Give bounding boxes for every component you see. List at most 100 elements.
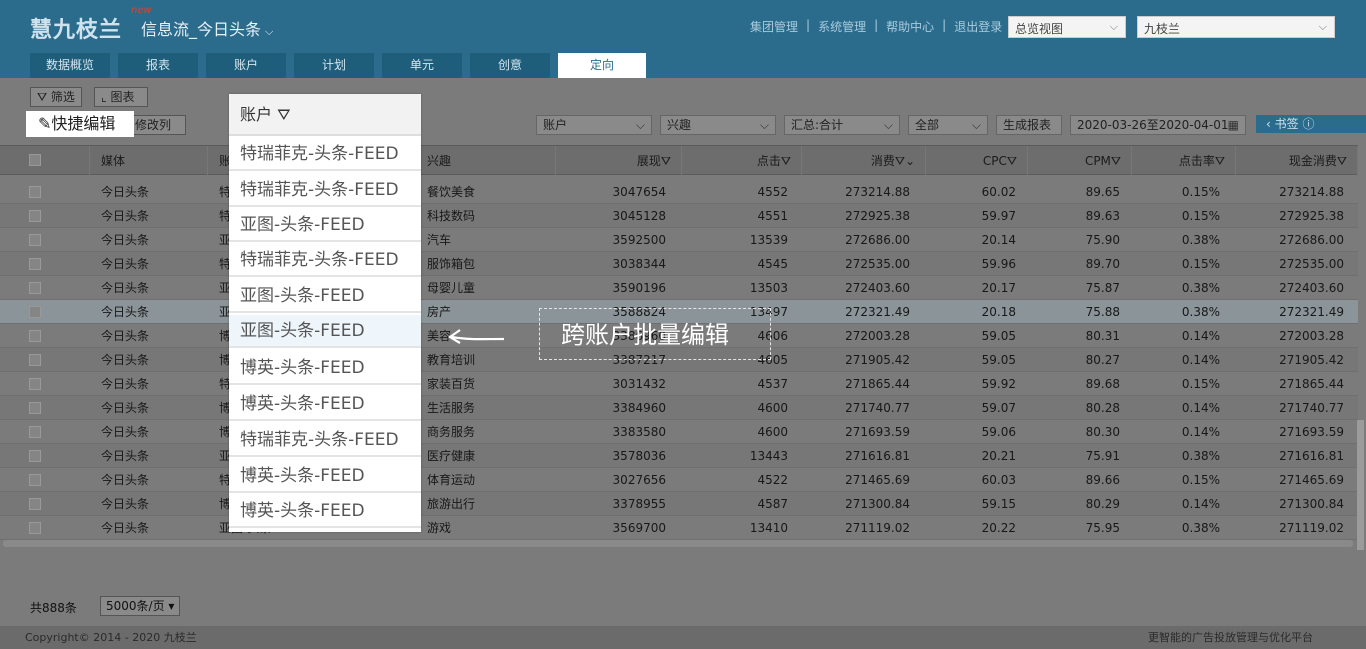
cell-interest: 科技数码 [427, 209, 476, 223]
row-checkbox[interactable] [29, 258, 41, 270]
account-panel-header[interactable]: 账户 ⛛ [229, 94, 421, 136]
cell-cash-cost: 271693.59 [1279, 425, 1344, 439]
cell-impressions: 3590196 [612, 281, 666, 295]
table-row[interactable]: 今日头条博英-头条-FEED商务服务33835804600271693.5959… [0, 420, 1358, 444]
table-row[interactable]: 今日头条博英-头条-FEED旅游出行33789554587271300.8459… [0, 492, 1358, 516]
row-checkbox[interactable] [29, 522, 41, 534]
filter-icon: ⛛ [780, 154, 791, 168]
top-header: 慧九枝兰 new 信息流_今日头条 ⌵ 集团管理 | 系统管理 | 帮助中心 | 退出登… [0, 0, 1366, 78]
cell-media: 今日头条 [101, 257, 150, 271]
account-option[interactable]: 特瑞菲克-头条-FEED [229, 138, 421, 171]
account-option[interactable]: 博英-头条-FEED [229, 495, 421, 528]
table-row[interactable]: 今日头条博英-头条-FEED生活服务33849604600271740.7759… [0, 396, 1358, 420]
row-checkbox[interactable] [29, 210, 41, 222]
link-logout[interactable]: 退出登录 [954, 18, 1002, 35]
col-cash-cost-label: 现金消费 [1288, 154, 1337, 168]
modify-columns-button[interactable]: 修改列 [128, 115, 186, 135]
summary-select[interactable]: 汇总:合计 ⌵ [784, 115, 900, 135]
link-help-center[interactable]: 帮助中心 [886, 18, 934, 35]
row-checkbox[interactable] [29, 282, 41, 294]
tab-plan[interactable]: 计划 [294, 53, 374, 78]
cell-cpc: 60.02 [981, 185, 1016, 199]
brand-select[interactable]: 九枝兰 ⌵ [1137, 16, 1335, 38]
bookmark-button[interactable]: ‹ 书签 ⓘ [1256, 115, 1366, 133]
col-cpm[interactable]: CPM⛛ [1028, 146, 1132, 176]
col-impressions[interactable]: 展现⛛ [556, 146, 682, 176]
filter-icon: ⛛ [1214, 154, 1225, 168]
table-row[interactable]: 今日头条特瑞菲克-头条-FEED餐饮美食30476544552273214.88… [0, 180, 1358, 204]
cell-media: 今日头条 [101, 425, 150, 439]
col-cpc[interactable]: CPC⛛ [926, 146, 1028, 176]
row-checkbox[interactable] [29, 186, 41, 198]
tab-account[interactable]: 账户 [206, 53, 286, 78]
table-row[interactable]: 今日头条特瑞菲克-头条-FEED体育运动30276564522271465.69… [0, 468, 1358, 492]
copyright-text: Copyright© 2014 - 2020 九枝兰 [25, 631, 197, 644]
col-interest[interactable]: 兴趣 [416, 146, 556, 176]
select-all-checkbox[interactable] [29, 154, 41, 166]
row-checkbox[interactable] [29, 330, 41, 342]
cell-cash-cost: 271740.77 [1279, 401, 1344, 415]
table-row[interactable]: 今日头条特瑞菲克-头条-FEED科技数码30451284551272925.38… [0, 204, 1358, 228]
row-checkbox[interactable] [29, 354, 41, 366]
tab-unit[interactable]: 单元 [382, 53, 462, 78]
cell-cash-cost: 271865.44 [1279, 377, 1344, 391]
row-checkbox[interactable] [29, 450, 41, 462]
table-row[interactable]: 今日头条亚图-头条-FEED母婴儿童359019613503272403.602… [0, 276, 1358, 300]
table-row[interactable]: 今日头条亚图-头条-FEED游戏356970013410271119.0220.… [0, 516, 1358, 540]
account-option[interactable]: 特瑞菲克-头条-FEED [229, 244, 421, 277]
tab-overview[interactable]: 数据概览 [30, 53, 110, 78]
table-row[interactable]: 今日头条亚图-头条-FEED汽车359250013539272686.0020.… [0, 228, 1358, 252]
table-row[interactable]: 今日头条特瑞菲克-头条-FEED家装百货30314324537271865.44… [0, 372, 1358, 396]
link-group-management[interactable]: 集团管理 [750, 18, 798, 35]
generate-report-button[interactable]: 生成报表 [996, 115, 1062, 135]
col-media[interactable]: 媒体 [90, 146, 208, 176]
col-cash-cost[interactable]: 现金消费⛛ [1236, 146, 1358, 176]
per-page-select[interactable]: 5000条/页 ▾ [100, 596, 180, 616]
row-checkbox[interactable] [29, 402, 41, 414]
app-title-dropdown[interactable]: 信息流_今日头条 ⌵ [141, 16, 273, 40]
tab-creative[interactable]: 创意 [470, 53, 550, 78]
account-option[interactable]: 亚图-头条-FEED [229, 315, 421, 348]
account-option[interactable]: 博英-头条-FEED [229, 352, 421, 385]
account-option[interactable]: 特瑞菲克-头条-FEED [229, 174, 421, 207]
row-checkbox[interactable] [29, 306, 41, 318]
cell-cost: 271905.42 [845, 353, 910, 367]
col-ctr-label: 点击率 [1178, 154, 1215, 168]
chart-button[interactable]: ⌞ 图表 [94, 87, 148, 107]
cell-cost: 272403.60 [845, 281, 910, 295]
table-row[interactable]: 今日头条亚图-头条-FEED医疗健康357803613443271616.812… [0, 444, 1358, 468]
tab-targeting[interactable]: 定向 [558, 53, 646, 78]
row-checkbox[interactable] [29, 426, 41, 438]
app-logo[interactable]: 慧九枝兰 [30, 12, 122, 44]
horizontal-scrollbar[interactable] [3, 540, 1353, 547]
main-tabs: 数据概览 报表 账户 计划 单元 创意 定向 [30, 53, 646, 78]
account-select[interactable]: 账户 ⌵ [536, 115, 652, 135]
row-checkbox[interactable] [29, 474, 41, 486]
col-cost[interactable]: 消费⛛⌄ [802, 146, 926, 176]
date-range-picker[interactable]: 2020-03-26至2020-04-01 ▦ [1070, 115, 1246, 135]
cell-impressions: 3045128 [612, 209, 666, 223]
quick-edit-button[interactable]: ✎快捷编辑 [26, 111, 134, 137]
cell-cpm: 75.90 [1085, 233, 1120, 247]
interest-select[interactable]: 兴趣 ⌵ [660, 115, 776, 135]
view-select[interactable]: 总览视图 ⌵ [1008, 16, 1126, 38]
vertical-scrollbar[interactable] [1357, 420, 1364, 550]
link-system-management[interactable]: 系统管理 [818, 18, 866, 35]
table-row[interactable]: 今日头条特瑞菲克-头条-FEED服饰箱包30383444545272535.00… [0, 252, 1358, 276]
scope-select[interactable]: 全部 ⌵ [908, 115, 988, 135]
col-clicks[interactable]: 点击⛛ [682, 146, 802, 176]
account-option[interactable]: 博英-头条-FEED [229, 388, 421, 421]
filter-button[interactable]: ⛛ 筛选 [30, 87, 82, 107]
row-checkbox[interactable] [29, 378, 41, 390]
tab-report[interactable]: 报表 [118, 53, 198, 78]
cell-cpm: 75.87 [1085, 281, 1120, 295]
account-option[interactable]: 博英-头条-FEED [229, 460, 421, 493]
row-checkbox[interactable] [29, 234, 41, 246]
account-option[interactable]: 特瑞菲克-头条-FEED [229, 424, 421, 457]
cell-impressions: 3027656 [612, 473, 666, 487]
account-option[interactable]: 亚图-头条-FEED [229, 280, 421, 313]
account-option[interactable]: 亚图-头条-FEED [229, 209, 421, 242]
filter-icon: ⛛ [1110, 154, 1121, 168]
col-ctr[interactable]: 点击率⛛ [1132, 146, 1236, 176]
row-checkbox[interactable] [29, 498, 41, 510]
